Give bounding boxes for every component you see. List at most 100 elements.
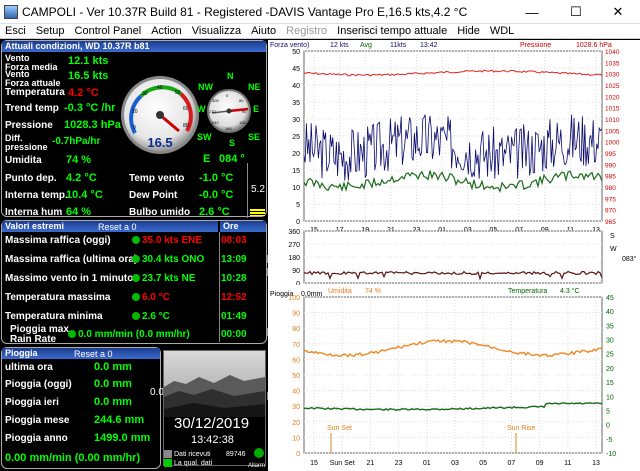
chart1-y2-tick: 990 <box>605 162 616 169</box>
label-pressure: Pressione <box>5 120 53 131</box>
label-temp-trend: Trend temp <box>5 103 59 114</box>
value-wind-now: 16.5 kts <box>68 70 109 82</box>
label-windchill: Temp vento <box>129 173 185 184</box>
label-dewpoint: Dew Point <box>129 190 178 201</box>
value-dewpoint: -0.0 °C <box>199 189 234 201</box>
chart1-y2-tick: 1005 <box>605 128 620 135</box>
chart1-y-tick: 0 <box>296 219 300 226</box>
chart3-y-tick: 20 <box>292 420 300 427</box>
wind-speed-gauge: 16.5 0 20 30 40 50 60 80 <box>121 76 199 154</box>
menu-control-panel[interactable]: Control Panel <box>70 25 147 37</box>
side-gauge-bar <box>250 209 265 216</box>
led-max-gust-hour <box>132 255 140 263</box>
svg-text:90: 90 <box>242 109 247 114</box>
side-gauge-value: 5.2 <box>251 184 265 195</box>
extremes-reset-button[interactable]: Reset a 0 <box>98 222 137 232</box>
label-min-temp: Temperatura minima <box>5 311 103 322</box>
value-temp-trend: -0.3 °C /hr <box>64 102 116 114</box>
time-max-gust-today: 08:03 <box>221 235 247 246</box>
menu-esci[interactable]: Esci <box>0 25 31 37</box>
svg-text:60: 60 <box>239 98 244 103</box>
chart3-x-tick: 03 <box>451 460 459 467</box>
chart1-y-tick: 35 <box>292 100 300 107</box>
current-conditions-header: Attuali condizioni, WD 10.37R b81 <box>2 41 266 52</box>
compass-s: S <box>229 138 236 148</box>
rain-panel: Pioggia Reset a 0 ultima ora 0.0 mm Piog… <box>1 347 161 469</box>
menu-hide[interactable]: Hide <box>452 25 485 37</box>
chart3-y2-tick: 35 <box>606 323 614 330</box>
label-dew: Punto dep. <box>5 173 57 184</box>
value-pressure: 1028.3 hPa <box>64 119 121 131</box>
value-max-gust-today: 35.0 kts ENE <box>142 235 203 246</box>
label-rain-today: Pioggia (oggi) <box>5 379 72 390</box>
menu-aiuto[interactable]: Aiuto <box>246 25 281 37</box>
chart3-x-tick: 15 <box>310 460 318 467</box>
menu-visualizza[interactable]: Visualizza <box>187 25 246 37</box>
svg-text:50: 50 <box>175 90 181 96</box>
chart2-y-tick: 270 <box>288 242 300 249</box>
alarm-led[interactable] <box>254 448 264 458</box>
value-wetbulb: 2.6 °C <box>199 206 230 218</box>
menu-action[interactable]: Action <box>146 25 187 37</box>
chart-wind-label-forza: Forza vento) <box>270 42 310 49</box>
chart1-y-tick: 10 <box>292 185 300 192</box>
chart3-y-tick: 60 <box>292 357 300 364</box>
label-wind-now: Vento Forza attuale <box>5 69 61 88</box>
chart1-y-tick: 5 <box>296 202 300 209</box>
chart1-y-tick: 30 <box>292 117 300 124</box>
wind-direction-degrees: 084 ° <box>219 153 245 165</box>
chart3-y2-tick: 40 <box>606 309 614 316</box>
svg-text:120: 120 <box>239 120 246 125</box>
label-rain-month: Pioggia mese <box>5 415 70 426</box>
chart-dir-label-w: W <box>610 246 617 253</box>
led-max-gust-today <box>132 236 140 244</box>
value-rain-today: 0.0 mm <box>94 378 132 390</box>
chart1-y-tick: 45 <box>292 66 300 73</box>
gauge-speed-readout: 16.5 <box>147 135 172 150</box>
wind-direction-letter: E <box>203 153 211 165</box>
chart-wind-label-pressure-value: 1028.6 hPa <box>576 42 612 49</box>
menu-wdl[interactable]: WDL <box>485 25 519 37</box>
menu-inserisci[interactable]: Inserisci tempo attuale <box>332 25 452 37</box>
label-max-wind-minute: Massimo vento in 1 minuto <box>5 273 134 284</box>
led-max-rain-rate <box>68 330 76 338</box>
chart3-y-tick: 100 <box>288 295 300 302</box>
close-button[interactable]: ✕ <box>596 0 640 24</box>
chart1-y2-tick: 1000 <box>605 140 620 147</box>
chart-dir-humidity-value: 74 % <box>365 288 381 295</box>
chart-wind-label-kts: 12 kts <box>330 42 349 49</box>
chart1-y-tick: 25 <box>292 134 300 141</box>
chart1-y2-tick: 1035 <box>605 60 620 67</box>
compass-e: E <box>253 104 260 114</box>
value-min-temp: 2.6 °C <box>142 311 170 322</box>
webcam-image[interactable] <box>164 351 265 417</box>
wind-compass: 0 60 90 120 180 240 270 300 <box>207 89 251 133</box>
quality-indicator <box>164 459 172 467</box>
rain-reset-button[interactable]: Reset a 0 <box>74 349 113 359</box>
chart3-y-tick: 30 <box>292 404 300 411</box>
minimize-button[interactable]: — <box>510 0 554 24</box>
maximize-button[interactable]: ☐ <box>554 0 598 24</box>
webcam-panel: 30/12/2019 13:42:38 Dati ricevuti 89746 … <box>163 350 266 467</box>
led-min-temp <box>132 312 140 320</box>
chart3-y2-tick: 30 <box>606 338 614 345</box>
ore-divider <box>219 232 220 342</box>
chart2-plot-area <box>303 230 603 284</box>
chart-humidity-temperature: 1009080706050403020100454035302520151050… <box>288 295 616 467</box>
label-inner-temp: Interna temp. <box>5 190 68 201</box>
quality-label: La qual. dati <box>174 460 213 467</box>
menu-setup[interactable]: Setup <box>31 25 70 37</box>
time-min-temp: 01:49 <box>221 311 247 322</box>
chart-temp-sunset-label: Sun Set <box>327 425 352 432</box>
svg-text:300: 300 <box>212 98 219 103</box>
led-max-temp <box>132 293 140 301</box>
value-wind-avg: 12.1 kts <box>68 55 109 67</box>
label-max-temp: Temperatura massima <box>5 292 111 303</box>
chart3-y-tick: 80 <box>292 326 300 333</box>
label-rain-yesterday: Pioggia ieri <box>5 397 59 408</box>
chart3-x-tick: 05 <box>479 460 487 467</box>
value-max-wind-minute: 23.7 kts NE <box>142 273 196 284</box>
chart-wind-label-pressure: Pressione <box>520 42 552 49</box>
chart1-y-tick: 50 <box>292 49 300 56</box>
webcam-date: 30/12/2019 <box>174 415 250 432</box>
